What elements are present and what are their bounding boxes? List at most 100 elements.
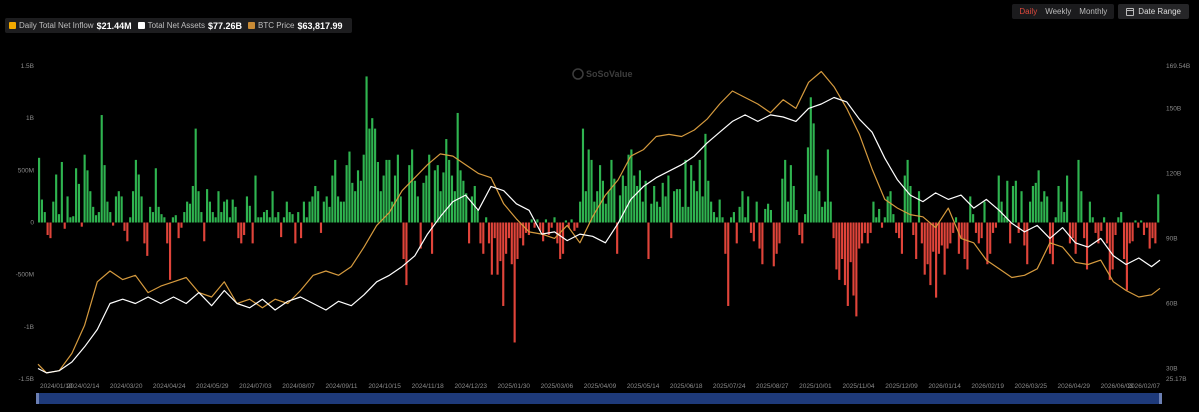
inflow-bar (1128, 222, 1131, 244)
right-axis-tick: 169.54B (1166, 63, 1190, 70)
inflow-bar (738, 206, 741, 223)
total-net-assets-line (37, 96, 1161, 374)
x-axis-tick: 2025/12/09 (885, 383, 918, 390)
inflow-bar (692, 180, 696, 223)
inflow-bar (1148, 222, 1151, 249)
inflow-bar (872, 201, 875, 223)
inflow-bar (368, 128, 371, 223)
inflow-bar (422, 182, 425, 223)
inflow-bar (599, 165, 602, 223)
inflow-bar (393, 175, 397, 223)
inflow-bar (1026, 222, 1029, 265)
inflow-bar (687, 206, 690, 223)
inflow-bar (701, 196, 704, 223)
right-axis-tick: 150B (1166, 105, 1181, 112)
left-axis-tick: -500M (16, 272, 34, 279)
inflow-bar (154, 168, 157, 223)
inflow-bar (815, 175, 818, 223)
inflow-bar (818, 191, 821, 223)
inflow-bar (852, 222, 855, 296)
inflow-bar (1014, 180, 1017, 223)
inflow-bar (1100, 222, 1103, 231)
inflow-bar (778, 222, 781, 244)
inflow-bar (909, 185, 912, 223)
inflow-bar (638, 170, 642, 223)
inflow-bar (892, 214, 895, 223)
inflow-bar (208, 201, 211, 223)
inflow-bar (456, 112, 459, 223)
inflow-bar (564, 220, 567, 223)
inflow-bar (963, 222, 966, 260)
inflow-bar (744, 217, 747, 223)
inflow-bar (297, 212, 300, 223)
inflow-bar (1068, 222, 1072, 244)
inflow-bar (137, 174, 140, 223)
inflow-chart[interactable]: SoSoValue 1.5B 1B 500M 0 -500M -1B -1.5B 169.5… (0, 0, 1199, 412)
inflow-bar (433, 170, 436, 223)
inflow-bar (809, 97, 812, 223)
inflow-bar (553, 217, 556, 223)
inflow-bar (895, 222, 898, 233)
inflow-bar (86, 170, 89, 223)
inflow-bar (980, 222, 983, 239)
inflow-bar (1057, 185, 1060, 223)
x-axis-tick: 2024/03/20 (110, 383, 143, 390)
inflow-bar (846, 222, 849, 306)
inflow-bar (536, 219, 539, 223)
inflow-bar (52, 201, 55, 223)
range-navigator[interactable] (36, 393, 1162, 404)
navigator-left-handle[interactable] (36, 393, 39, 404)
inflow-bar (641, 201, 644, 223)
inflow-bar (502, 222, 505, 306)
inflow-bar (245, 196, 249, 223)
inflow-bar (302, 201, 305, 223)
inflow-bar (408, 165, 411, 223)
inflow-bar (633, 175, 636, 223)
inflow-bar (46, 222, 49, 236)
inflow-bar (60, 161, 63, 223)
inflow-bar (371, 118, 374, 223)
inflow-bar (351, 182, 354, 223)
inflow-bar (880, 222, 884, 228)
inflow-bar (849, 222, 852, 263)
inflow-bar (462, 180, 465, 223)
inflow-bar (314, 185, 317, 223)
inflow-bar (75, 168, 78, 223)
inflow-bar (1094, 222, 1097, 233)
inflow-bar (339, 201, 342, 223)
inflow-bar (667, 175, 670, 223)
inflow-bar (1006, 180, 1009, 223)
inflow-bar (784, 159, 787, 223)
inflow-bar (1140, 220, 1143, 223)
x-axis: 2024/01/102024/02/14 2024/03/20 2024/04/24… (40, 383, 1160, 390)
inflow-bar (177, 222, 180, 239)
inflow-bar (265, 209, 268, 223)
navigator-track[interactable] (38, 393, 1160, 404)
inflow-bar (747, 196, 750, 223)
inflow-bar (943, 222, 946, 275)
inflow-bar (416, 196, 419, 223)
inflow-bar (937, 222, 941, 254)
inflow-bar (57, 214, 61, 223)
x-axis-tick: 2025/05/14 (627, 383, 660, 390)
inflow-bar (732, 212, 735, 223)
left-axis-tick: 1.5B (21, 63, 34, 70)
inflow-bar (496, 222, 499, 275)
inflow-bar (855, 222, 858, 317)
inflow-bar (396, 154, 399, 223)
inflow-bar (120, 196, 123, 223)
navigator-right-handle[interactable] (1159, 393, 1162, 404)
inflow-bar (516, 222, 519, 260)
inflow-bar (550, 222, 553, 228)
inflow-bar (453, 191, 456, 223)
inflow-bar (1154, 222, 1157, 244)
inflow-bar (576, 222, 579, 228)
inflow-bar (860, 222, 864, 244)
inflow-bar (322, 201, 325, 223)
inflow-bar (966, 222, 969, 270)
inflow-bar (1083, 222, 1086, 239)
inflow-bar (277, 212, 280, 223)
inflow-bar (168, 222, 172, 280)
inflow-bar (257, 217, 260, 223)
inflow-bar (305, 217, 308, 223)
